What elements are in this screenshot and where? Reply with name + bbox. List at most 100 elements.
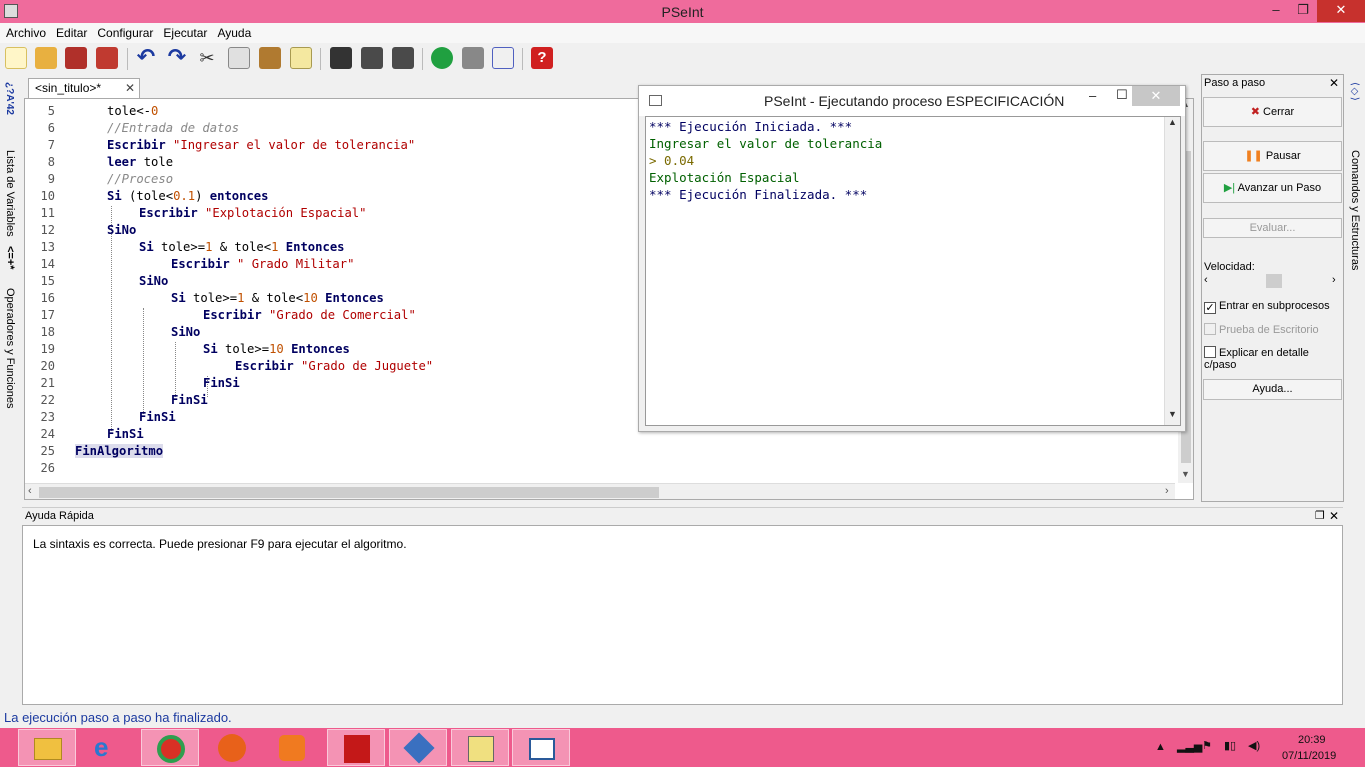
menu-archivo[interactable]: Archivo [0,23,50,40]
clock-date[interactable]: 07/11/2019 [1282,750,1336,762]
window-title: PSeInt [661,4,704,20]
console-line: *** Ejecución Finalizada. *** [649,187,868,202]
line-number: 21 [40,376,55,390]
save-as-icon[interactable] [96,47,118,69]
console-output[interactable]: *** Ejecución Iniciada. *** Ingresar el … [645,116,1181,426]
tab-operators-functions[interactable]: Operadores y Funciones [4,288,16,408]
menu-configurar[interactable]: Configurar [91,23,157,40]
tab-variables-list[interactable]: Lista de Variables [4,150,16,237]
line-number: 25 [40,444,55,458]
code-line: tole<-0 [107,104,159,118]
step-by-step-icon[interactable] [462,47,484,69]
code-line: FinSi [203,376,240,390]
code-line: Si tole>=1 & tole<10 Entonces [171,291,384,305]
minimize-button[interactable]: – [1263,0,1289,22]
git-icon[interactable] [389,729,447,766]
pseint-icon[interactable] [451,729,509,766]
console-line: Explotación Espacial [649,170,800,185]
step-forward-button[interactable]: ▶| Avanzar un Paso [1203,173,1342,203]
editor-horizontal-scrollbar[interactable]: ‹ › [25,483,1175,499]
quick-help-message: La sintaxis es correcta. Puede presionar… [33,537,407,551]
chrome-icon[interactable] [141,729,199,766]
open-folder-icon[interactable] [35,47,57,69]
edit-icon[interactable] [290,47,312,69]
tab-commands-structures[interactable]: Comandos y Estructuras [1349,150,1361,270]
operators-tab-icon: <=+* [4,246,16,270]
scroll-right-icon[interactable]: › [1165,485,1169,497]
line-number: 24 [40,427,55,441]
firefox-icon[interactable] [203,729,261,766]
right-side-panel: ⟨◇⟩ Comandos y Estructuras [1346,76,1365,506]
new-file-icon[interactable] [5,47,27,69]
run-icon[interactable] [431,47,453,69]
flag-icon[interactable]: ⚑ [1202,739,1212,752]
scroll-down-icon[interactable]: ▼ [1168,409,1177,419]
slider-left-icon[interactable]: ‹ [1204,274,1208,286]
enter-subprocesses-checkbox[interactable]: ✓ Entrar en subprocesos [1204,300,1330,314]
acrobat-icon[interactable] [327,729,385,766]
tab-close-icon[interactable]: ✕ [125,81,135,95]
code-line: FinSi [171,393,208,407]
clock-time[interactable]: 20:39 [1298,734,1326,746]
desk-check-checkbox[interactable]: Prueba de Escritorio [1204,323,1319,336]
scroll-down-icon[interactable]: ▼ [1181,469,1190,479]
close-step-button[interactable]: ✖ Cerrar [1203,97,1342,127]
file-explorer-icon[interactable] [18,729,76,766]
quick-help-close-icon[interactable]: ✕ [1329,509,1339,523]
quick-help-maximize-icon[interactable]: ❐ [1315,509,1325,522]
scroll-left-icon[interactable]: ‹ [28,485,32,497]
menu-editar[interactable]: Editar [50,23,91,40]
undo-icon[interactable]: ↶ [135,46,157,69]
help-icon[interactable]: ? [531,47,553,69]
slider-thumb[interactable] [1266,274,1282,288]
quick-help-title: Ayuda Rápida [25,510,94,522]
scroll-thumb[interactable] [39,487,659,498]
console-window-icon [649,95,662,106]
find-next-icon[interactable] [392,47,414,69]
volume-icon[interactable]: ◀) [1248,739,1260,752]
toolbar-separator [522,48,523,70]
console-maximize-button[interactable]: ☐ [1116,87,1128,103]
console-minimize-button[interactable]: – [1089,88,1096,103]
evaluate-button[interactable]: Evaluar... [1203,218,1342,238]
flowchart-icon[interactable] [492,47,514,69]
code-line: Si (tole<0.1) entonces [107,189,269,203]
battery-icon[interactable]: ▮▯ [1224,739,1236,752]
panel-close-icon[interactable]: ✕ [1329,76,1339,90]
save-icon[interactable] [65,47,87,69]
help-button[interactable]: Ayuda... [1203,379,1342,400]
line-number: 26 [40,461,55,475]
explain-detail-checkbox[interactable]: Explicar en detalle c/paso [1204,346,1343,371]
redo-icon[interactable]: ↷ [166,46,188,69]
scroll-up-icon[interactable]: ▲ [1168,117,1177,127]
checkbox-icon [1204,323,1216,335]
window-app-icon[interactable] [512,729,570,766]
line-number: 20 [40,359,55,373]
console-close-button[interactable]: ✕ [1132,86,1180,106]
step-forward-icon: ▶| [1223,182,1236,194]
tab-sin-titulo[interactable]: <sin_titulo>* ✕ [28,78,140,98]
indent-guide [143,308,144,414]
network-icon[interactable]: ▂▃▅ [1177,740,1202,753]
maximize-button[interactable]: ❐ [1290,0,1316,22]
code-line: Escribir "Grado de Juguete" [235,359,434,373]
find-previous-icon[interactable] [361,47,383,69]
copy-icon[interactable] [228,47,250,69]
slider-right-icon[interactable]: › [1332,274,1336,286]
close-button[interactable]: ✕ [1317,0,1365,22]
menu-ejecutar[interactable]: Ejecutar [157,23,211,40]
code-line: SiNo [139,274,169,288]
console-vertical-scrollbar[interactable]: ▲ ▼ [1164,117,1180,425]
paste-icon[interactable] [259,47,281,69]
line-number: 18 [40,325,55,339]
line-number: 10 [40,189,55,203]
cut-icon[interactable]: ✂ [196,47,218,69]
pause-button[interactable]: ❚❚ Pausar [1203,141,1342,171]
menu-ayuda[interactable]: Ayuda [211,23,255,40]
speed-slider[interactable]: ‹ › [1204,274,1339,288]
tray-overflow-icon[interactable]: ▲ [1155,741,1166,753]
internet-explorer-icon[interactable]: e [80,729,138,766]
panel-title: Paso a paso [1204,77,1266,89]
media-player-icon[interactable] [264,729,322,766]
find-icon[interactable] [330,47,352,69]
